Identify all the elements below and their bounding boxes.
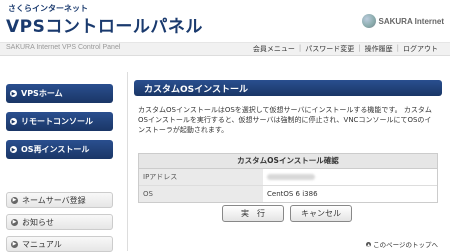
nav-logout[interactable]: ログアウト	[399, 44, 442, 54]
run-button[interactable]: 実 行	[222, 205, 284, 222]
sidebar: ▶ VPSホーム ▶ リモートコンソール ▶ OS再インストール ▶ ネームサー…	[0, 72, 120, 252]
sidebar-item-remote-console[interactable]: ▶ リモートコンソール	[6, 112, 113, 131]
page-top-link[interactable]: ▲ このページのトップへ	[366, 239, 438, 249]
sakura-logo: SAKURA Internet	[361, 14, 444, 28]
brand-title: VPSコントロールパネル	[6, 17, 203, 37]
sidebar-item-label: ネームサーバ登録	[22, 195, 86, 205]
chevron-right-icon: ▶	[10, 90, 17, 97]
row-key: IPアドレス	[139, 169, 263, 185]
main-content: カスタムOSインストール カスタムOSインストールはOSを選択して仮想サーバにイ…	[127, 72, 446, 251]
chevron-right-icon: ▶	[10, 118, 17, 125]
cancel-button[interactable]: キャンセル	[290, 205, 352, 222]
sidebar-item-manual[interactable]: ▶ マニュアル	[6, 236, 113, 252]
subbar: SAKURA Internet VPS Control Panel 会員メニュー…	[0, 42, 450, 56]
subbar-title: SAKURA Internet VPS Control Panel	[6, 44, 121, 51]
nav-operation-history[interactable]: 操作履歴	[361, 44, 397, 54]
row-value-ip	[263, 169, 437, 185]
confirm-table: カスタムOSインストール確認 IPアドレス OS CentOS 6 i386	[138, 153, 438, 203]
page-top-label: このページのトップへ	[373, 241, 438, 249]
sidebar-item-label: OS再インストール	[21, 145, 90, 154]
row-key: OS	[139, 186, 263, 202]
row-value-os: CentOS 6 i386	[267, 190, 318, 198]
chevron-right-icon: ▶	[11, 218, 18, 226]
sidebar-item-vps-home[interactable]: ▶ VPSホーム	[6, 84, 113, 103]
sidebar-item-label: VPSホーム	[21, 89, 63, 98]
logo-text: SAKURA Internet	[378, 16, 444, 26]
nav-change-password[interactable]: パスワード変更	[301, 44, 358, 54]
chevron-up-icon: ▲	[366, 241, 372, 247]
table-row: IPアドレス	[139, 169, 437, 186]
chevron-right-icon: ▶	[11, 196, 18, 204]
sakura-logo-icon	[361, 14, 376, 28]
nav-member-menu[interactable]: 会員メニュー	[249, 44, 299, 54]
sidebar-item-label: お知らせ	[22, 217, 54, 227]
header: さくらインターネット VPSコントロールパネル SAKURA Internet	[0, 0, 450, 42]
sidebar-item-label: マニュアル	[22, 239, 62, 249]
sidebar-item-os-reinstall[interactable]: ▶ OS再インストール	[6, 140, 113, 159]
chevron-right-icon: ▶	[11, 240, 18, 248]
table-row: OS CentOS 6 i386	[139, 186, 437, 202]
sidebar-item-news[interactable]: ▶ お知らせ	[6, 214, 113, 230]
top-navigation: 会員メニュー | パスワード変更 | 操作履歴 | ログアウト	[249, 44, 442, 54]
sidebar-item-nameserver[interactable]: ▶ ネームサーバ登録	[6, 192, 113, 208]
description-text: カスタムOSインストールはOSを選択して仮想サーバにインストールする機能です。 …	[138, 106, 432, 134]
button-row: 実 行 キャンセル	[138, 205, 436, 223]
confirm-table-title: カスタムOSインストール確認	[139, 154, 437, 169]
redacted-ip	[267, 174, 315, 180]
section-title: カスタムOSインストール	[134, 80, 442, 96]
chevron-right-icon: ▶	[10, 146, 17, 153]
sidebar-item-label: リモートコンソール	[21, 117, 93, 126]
